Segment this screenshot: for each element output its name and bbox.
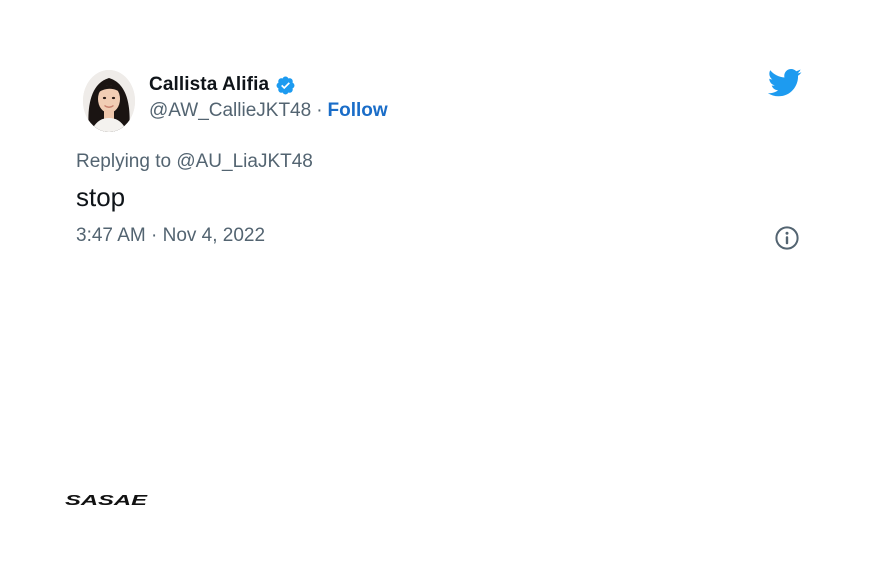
- embedded-tweet: Callista Alifia @AW_CallieJKT48·Follow: [76, 66, 806, 251]
- avatar-portrait: [83, 70, 135, 132]
- avatar[interactable]: [83, 70, 135, 132]
- author-block: Callista Alifia @AW_CallieJKT48 · Follow: [149, 72, 388, 122]
- reply-context[interactable]: Replying to @AU_LiaJKT48: [76, 151, 806, 173]
- author-display-name[interactable]: Callista Alifia: [149, 74, 269, 96]
- tweet-timestamp[interactable]: 3:47 AM · Nov 4, 2022: [76, 225, 265, 246]
- sasae-logo: SASAE: [63, 490, 149, 510]
- tweet-header: Callista Alifia @AW_CallieJKT48 · Follow: [76, 66, 806, 136]
- author-handle-row: @AW_CallieJKT48 · Follow: [149, 100, 388, 122]
- page: Callista Alifia @AW_CallieJKT48·Follow: [0, 0, 875, 563]
- verified-badge-icon: [275, 75, 296, 96]
- author-handle[interactable]: @AW_CallieJKT48: [149, 100, 311, 121]
- tweet-meta-row: 3:47 AM · Nov 4, 2022: [76, 225, 806, 251]
- author-name-row: Callista Alifia: [149, 72, 388, 98]
- twitter-bird-icon[interactable]: [767, 68, 802, 98]
- info-icon[interactable]: [774, 225, 800, 251]
- follow-link[interactable]: Follow: [328, 100, 388, 121]
- separator-dot: ·: [316, 100, 323, 121]
- tweet-text: stop: [76, 182, 126, 212]
- sasae-logo-text: SASAE: [65, 492, 149, 509]
